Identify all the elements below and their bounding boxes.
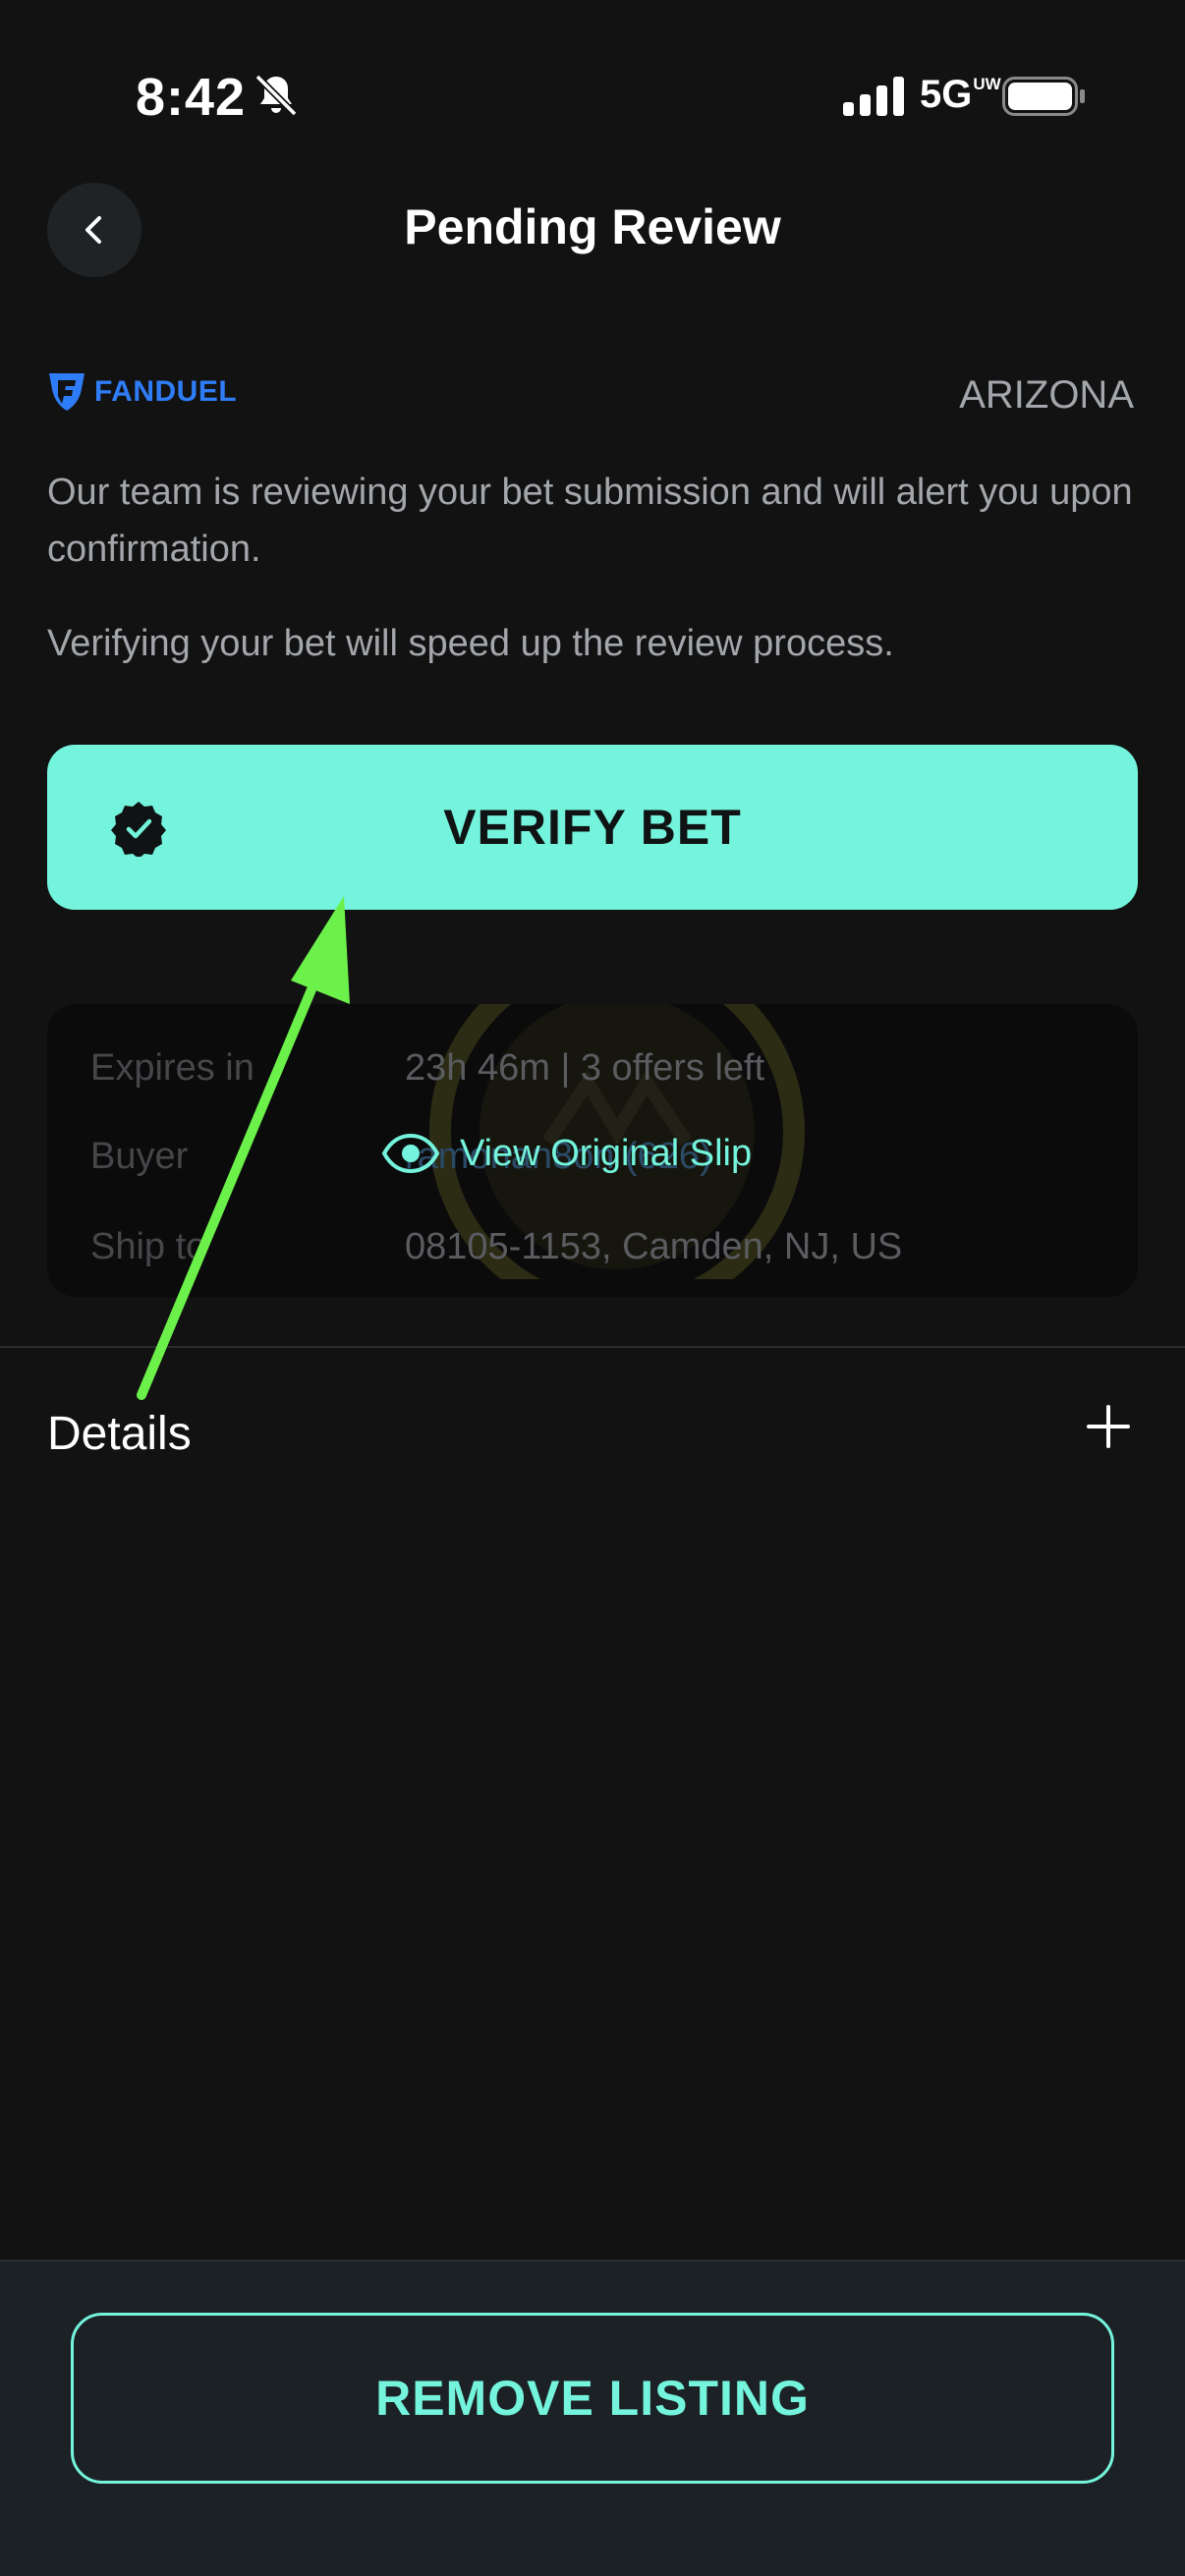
verify-bet-label: VERIFY BET — [443, 800, 742, 855]
bell-muted-icon — [254, 74, 298, 117]
ship-to-value: 08105-1153, Camden, NJ, US — [405, 1226, 903, 1267]
cellular-signal-icon — [843, 77, 904, 116]
status-bar: 8:42 5GUW — [0, 0, 1185, 187]
status-time: 8:42 — [136, 68, 247, 127]
battery-icon — [1002, 77, 1085, 116]
network-indicator: 5GUW — [920, 73, 1001, 117]
pending-review-screen: 8:42 5GUW Pending Review FANDUEL ARIZONA… — [0, 0, 1185, 2576]
page-title: Pending Review — [404, 199, 781, 254]
expires-value: 23h 46m | 3 offers left — [405, 1047, 765, 1089]
view-original-slip-label: View Original Slip — [460, 1132, 753, 1174]
network-label: 5G — [920, 73, 973, 116]
details-heading: Details — [47, 1408, 192, 1460]
bottom-action-bar: REMOVE LISTING — [0, 2260, 1185, 2576]
plus-icon[interactable] — [1081, 1399, 1136, 1454]
sportsbook-logo: FANDUEL — [47, 371, 237, 413]
view-original-slip-link[interactable]: View Original Slip — [381, 1124, 752, 1183]
speed-up-message: Verifying your bet will speed up the rev… — [47, 623, 894, 664]
remove-listing-label: REMOVE LISTING — [375, 2371, 810, 2426]
fanduel-shield-icon — [49, 373, 85, 411]
verified-badge-icon — [111, 802, 166, 857]
sportsbook-name: FANDUEL — [94, 375, 238, 408]
network-badge: UW — [973, 75, 1001, 93]
remove-listing-button[interactable]: REMOVE LISTING — [71, 2313, 1114, 2484]
sportsbook-state: ARIZONA — [959, 373, 1134, 417]
review-message: Our team is reviewing your bet submissio… — [47, 472, 1133, 570]
annotation-arrow-icon — [137, 896, 350, 1400]
eye-icon — [381, 1133, 440, 1174]
